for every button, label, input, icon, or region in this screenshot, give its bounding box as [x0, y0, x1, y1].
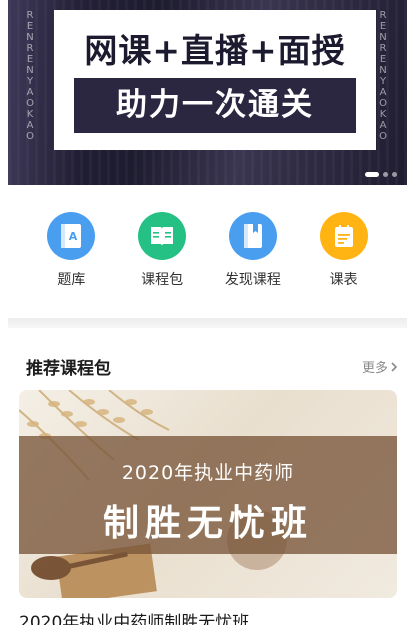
more-label: 更多 [361, 361, 388, 376]
nav-item-discover-course[interactable]: 发现课程 [213, 212, 293, 289]
question-bank-icon: A [47, 212, 96, 260]
course-package-icon [138, 212, 187, 260]
recommended-header: 推荐课程包 更多 [26, 354, 398, 379]
nav-label: 课程包 [141, 272, 184, 288]
course-card[interactable]: 2020年执业中药师 制胜无忧班 [19, 390, 397, 598]
carousel-indicator [365, 172, 397, 177]
banner-subtitle: 助力一次通关 [74, 78, 356, 133]
carousel-dot[interactable] [392, 172, 397, 177]
promo-banner[interactable]: RENRENYAOKAO RENRENYAOKAO 网课+直播+面授 助力一次通… [8, 0, 407, 185]
chevron-right-icon [391, 361, 398, 372]
carousel-dot[interactable] [383, 172, 388, 177]
course-title[interactable]: 2020年执业中药师制胜无忧班 [19, 608, 249, 625]
section-divider [8, 318, 407, 328]
banner-text-card: 网课+直播+面授 助力一次通关 [54, 10, 376, 150]
course-banner-year-line: 2020年执业中药师 [121, 462, 295, 484]
banner-side-text-left: RENRENYAOKAO [26, 10, 36, 142]
banner-title: 网课+直播+面授 [84, 31, 346, 70]
nav-label: 题库 [57, 272, 86, 288]
schedule-icon [319, 212, 368, 260]
nav-item-course-package[interactable]: 课程包 [122, 212, 202, 289]
nav-label: 课表 [329, 272, 358, 288]
quick-nav: A 题库 课程包 发现课程 课表 [0, 212, 415, 289]
more-link[interactable]: 更多 [362, 357, 398, 376]
course-banner-name: 制胜无忧班 [102, 503, 313, 544]
discover-course-icon [228, 212, 277, 260]
banner-side-text-right: RENRENYAOKAO [379, 10, 389, 142]
carousel-dot-active[interactable] [365, 172, 379, 177]
nav-item-question-bank[interactable]: A 题库 [31, 212, 111, 289]
svg-text:A: A [69, 230, 78, 243]
nav-item-schedule[interactable]: 课表 [304, 212, 384, 289]
section-title: 推荐课程包 [26, 359, 111, 379]
nav-label: 发现课程 [224, 272, 281, 288]
